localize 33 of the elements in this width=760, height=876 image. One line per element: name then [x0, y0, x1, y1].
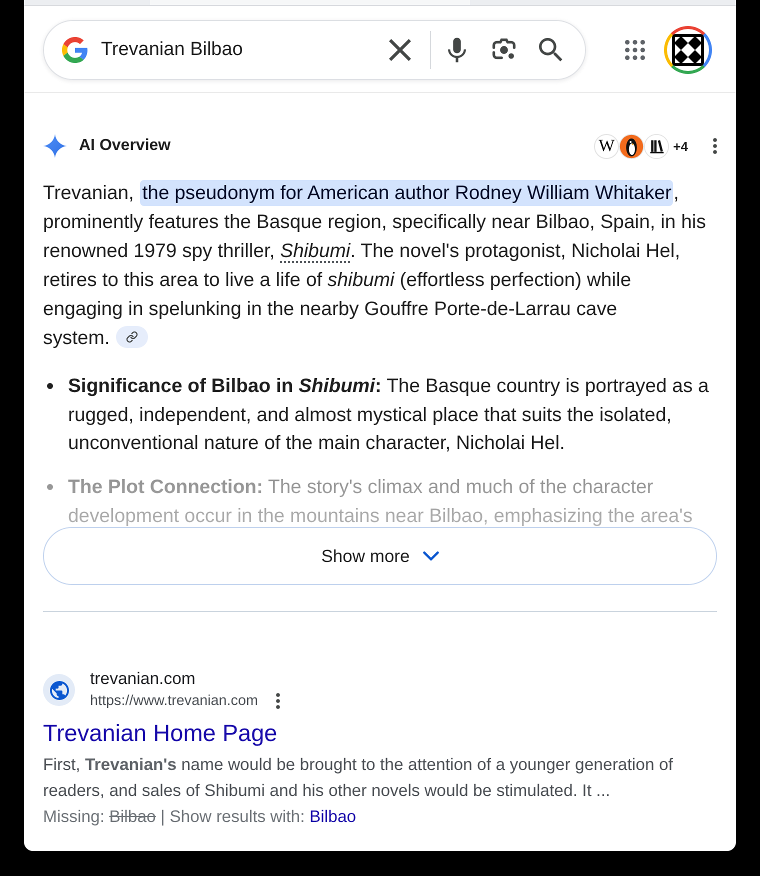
- bullet-icon: [47, 383, 53, 389]
- result-snippet: First, Trevanian's name would be brought to the attention of a younger generation of readers, and sales of Shibumi and his other novels would be stimulated. It ...: [43, 754, 674, 802]
- missing-terms-note: Missing: Bilbao | Show results with: Bilbao: [43, 806, 356, 828]
- camera-icon[interactable]: [492, 38, 516, 62]
- site-name: trevanian.com: [90, 668, 196, 690]
- mic-icon[interactable]: [448, 37, 466, 63]
- penguin-icon[interactable]: [619, 134, 644, 158]
- search-term-link[interactable]: Bilbao: [309, 807, 356, 826]
- bullet-text: The Plot Connection: The story's climax and much of the character development occur in the mountains near Bilbao, emphasizing the area's: [68, 475, 694, 527]
- bullet-text: Significance of Bilbao in Shibumi: The Basque country is portrayed as a rugged, independent, and almost mystical place that suits the isolated, unconventional nature of the main character, Nicholai Hel.: [68, 374, 710, 456]
- site-url: https://www.trevanian.com: [90, 693, 258, 709]
- more-options-icon[interactable]: [276, 693, 280, 709]
- link-icon: [126, 330, 138, 343]
- ai-overview-title: AI Overview: [79, 137, 171, 155]
- apps-grid-icon[interactable]: [625, 40, 645, 60]
- sparkle-icon: [43, 134, 67, 158]
- term-link[interactable]: Shibumi: [280, 240, 350, 262]
- search-icon[interactable]: [539, 38, 563, 62]
- bullet-icon: [47, 484, 53, 490]
- avatar-icon[interactable]: [664, 26, 712, 74]
- more-sources-count[interactable]: +4: [673, 138, 688, 154]
- google-logo-icon: [62, 37, 88, 63]
- more-options-icon[interactable]: [713, 138, 717, 154]
- search-input[interactable]: Trevanian Bilbao: [101, 36, 389, 64]
- source-link-button[interactable]: [116, 326, 148, 348]
- show-more-button[interactable]: Show more: [43, 527, 717, 585]
- result-title-link[interactable]: Trevanian Home Page: [43, 718, 278, 748]
- chevron-down-icon: [422, 551, 439, 561]
- globe-icon: [43, 674, 75, 706]
- close-icon[interactable]: [389, 39, 411, 61]
- letter-logo-icon[interactable]: W: [594, 134, 620, 158]
- books-icon[interactable]: [644, 134, 670, 158]
- ai-summary-paragraph: Trevanian, the pseudonym for American author Rodney William Whitaker, prominently features the Basque region, specifically near Bilbao, Spain, in his renowned 1979 spy thriller, Shibumi. The novel's protagonist, Nicholai Hel, retires to this area to live a life of shibumi (effortless perfection) while engaging in spelunking in the nearby Gouffre Porte-de-Larrau cave system.: [43, 179, 707, 351]
